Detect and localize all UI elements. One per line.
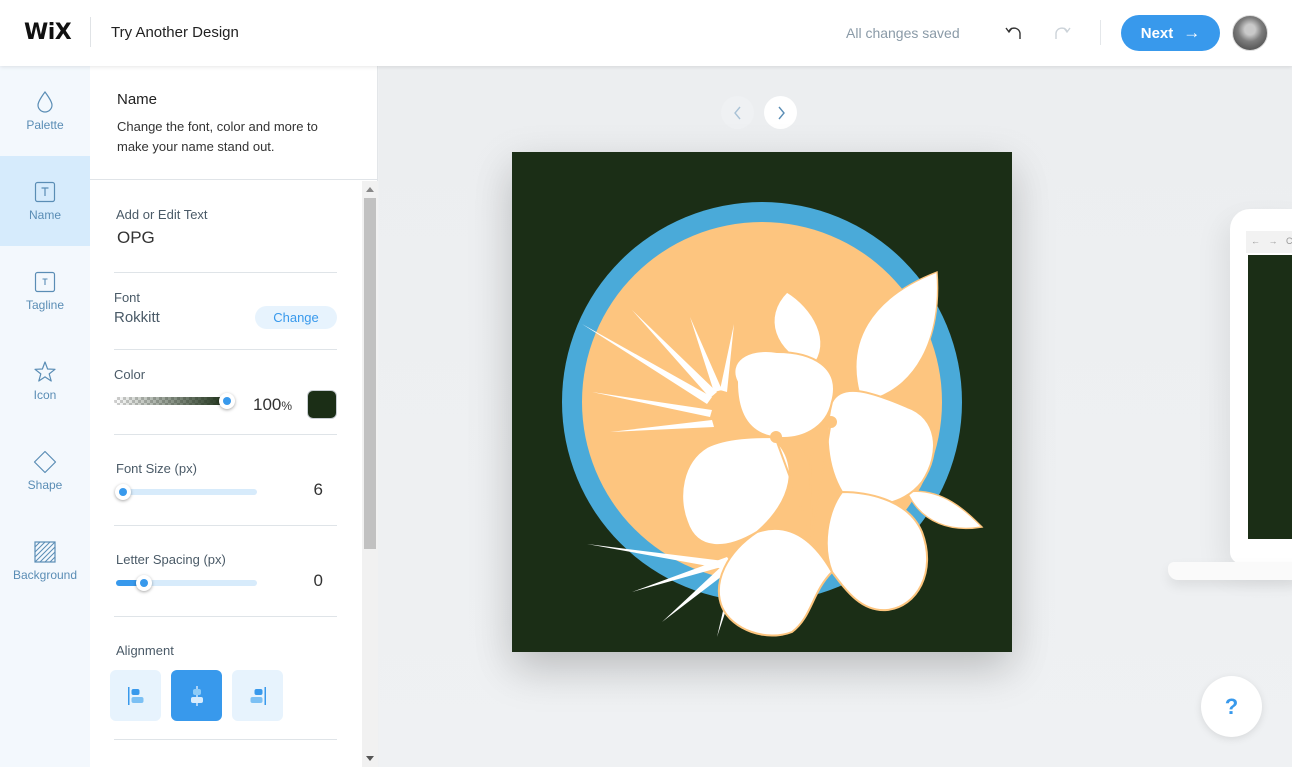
sidebar-item-label: Background bbox=[12, 568, 78, 582]
alignment-label: Alignment bbox=[116, 643, 174, 658]
next-design-button[interactable] bbox=[764, 96, 797, 129]
font-name: Rokkitt bbox=[114, 309, 160, 326]
sidebar-item-label: Tagline bbox=[25, 298, 65, 312]
arrow-right-icon: → bbox=[1183, 23, 1201, 42]
star-icon bbox=[33, 360, 57, 384]
panel-scrollbar[interactable] bbox=[362, 181, 378, 767]
redo-icon bbox=[1055, 27, 1071, 39]
align-left-icon bbox=[127, 686, 143, 705]
change-font-button[interactable]: Change bbox=[255, 306, 337, 329]
header-divider bbox=[1100, 20, 1101, 45]
font-size-section: Font Size (px) 6 bbox=[114, 435, 337, 526]
laptop-browser-bar: ← → C bbox=[1246, 231, 1292, 253]
sidebar-item-shape[interactable]: Shape bbox=[0, 426, 90, 516]
text-box-small-icon bbox=[33, 270, 57, 294]
panel-description: Change the font, color and more to make … bbox=[117, 119, 318, 154]
previous-design-button[interactable] bbox=[721, 96, 754, 129]
diamond-icon bbox=[33, 450, 57, 474]
alignment-section: Alignment bbox=[110, 617, 337, 740]
undo-button[interactable] bbox=[1002, 21, 1026, 45]
sidebar: Palette Name Tagline Icon Shape Backgrou… bbox=[0, 66, 90, 767]
sidebar-item-label: Icon bbox=[33, 388, 57, 402]
opacity-value: 100% bbox=[253, 395, 292, 415]
sidebar-item-palette[interactable]: Palette bbox=[0, 66, 90, 156]
font-size-value[interactable]: 6 bbox=[314, 480, 323, 500]
color-swatch[interactable] bbox=[307, 390, 337, 419]
font-size-label: Font Size (px) bbox=[116, 461, 197, 476]
opacity-number: 100 bbox=[253, 395, 282, 414]
sidebar-item-label: Palette bbox=[26, 118, 64, 132]
text-section: Add or Edit Text bbox=[114, 181, 337, 273]
header-divider bbox=[90, 17, 91, 47]
sidebar-item-label: Shape bbox=[27, 478, 63, 492]
drop-icon bbox=[33, 90, 57, 114]
chevron-left-icon bbox=[733, 106, 741, 119]
page-title: Try Another Design bbox=[111, 24, 239, 41]
hatched-square-icon bbox=[33, 540, 57, 564]
name-text-input[interactable] bbox=[117, 228, 317, 248]
laptop-mockup: ← → C bbox=[1230, 209, 1292, 564]
letter-spacing-label: Letter Spacing (px) bbox=[116, 552, 226, 567]
color-section: Color 100% bbox=[114, 350, 337, 435]
save-status: All changes saved bbox=[846, 25, 960, 41]
align-right-icon bbox=[250, 686, 266, 705]
font-size-slider[interactable] bbox=[116, 489, 257, 495]
redo-button[interactable] bbox=[1050, 21, 1074, 45]
logo-preview[interactable] bbox=[512, 152, 1012, 652]
hibiscus-logo-artwork bbox=[562, 202, 984, 637]
sidebar-item-tagline[interactable]: Tagline bbox=[0, 246, 90, 336]
opacity-unit: % bbox=[281, 399, 293, 413]
help-button[interactable]: ? bbox=[1201, 676, 1262, 737]
question-icon: ? bbox=[1224, 693, 1239, 719]
scrollbar-thumb[interactable] bbox=[364, 198, 376, 549]
sidebar-item-background[interactable]: Background bbox=[0, 516, 90, 606]
sidebar-item-label: Name bbox=[28, 208, 61, 222]
laptop-screen bbox=[1248, 255, 1292, 539]
opacity-slider[interactable] bbox=[114, 397, 227, 405]
color-label: Color bbox=[114, 367, 146, 382]
sidebar-item-name[interactable]: Name bbox=[0, 156, 90, 246]
user-avatar[interactable] bbox=[1232, 15, 1268, 51]
scroll-up-arrow[interactable] bbox=[366, 187, 374, 192]
letter-spacing-value[interactable]: 0 bbox=[314, 571, 323, 591]
wix-logo[interactable]: WiX bbox=[24, 20, 72, 45]
settings-panel: Name Change the font, color and more to … bbox=[90, 66, 378, 767]
align-left-button[interactable] bbox=[110, 670, 161, 721]
next-button[interactable]: Next → bbox=[1121, 15, 1220, 51]
font-label: Font bbox=[114, 290, 141, 305]
laptop-base bbox=[1168, 562, 1292, 580]
panel-header: Name Change the font, color and more to … bbox=[90, 66, 378, 180]
text-label: Add or Edit Text bbox=[116, 207, 208, 222]
letter-spacing-section: Letter Spacing (px) 0 bbox=[114, 526, 337, 617]
letter-spacing-slider-handle[interactable] bbox=[136, 575, 153, 591]
align-center-button[interactable] bbox=[171, 670, 222, 721]
opacity-slider-handle[interactable] bbox=[219, 393, 235, 409]
text-box-icon bbox=[33, 180, 57, 204]
font-size-slider-handle[interactable] bbox=[115, 484, 132, 500]
undo-icon bbox=[1005, 27, 1021, 39]
scroll-down-arrow[interactable] bbox=[366, 756, 374, 761]
panel-title: Name bbox=[117, 91, 158, 108]
preview-stage: ← → C ? bbox=[379, 66, 1292, 767]
next-label: Next bbox=[1140, 24, 1174, 42]
top-bar: WiX Try Another Design All changes saved… bbox=[0, 0, 1292, 66]
align-right-button[interactable] bbox=[232, 670, 283, 721]
align-center-icon bbox=[190, 685, 203, 706]
sidebar-item-icon[interactable]: Icon bbox=[0, 336, 90, 426]
font-section: Font Rokkitt Change bbox=[114, 273, 337, 350]
chevron-right-icon bbox=[777, 106, 785, 119]
